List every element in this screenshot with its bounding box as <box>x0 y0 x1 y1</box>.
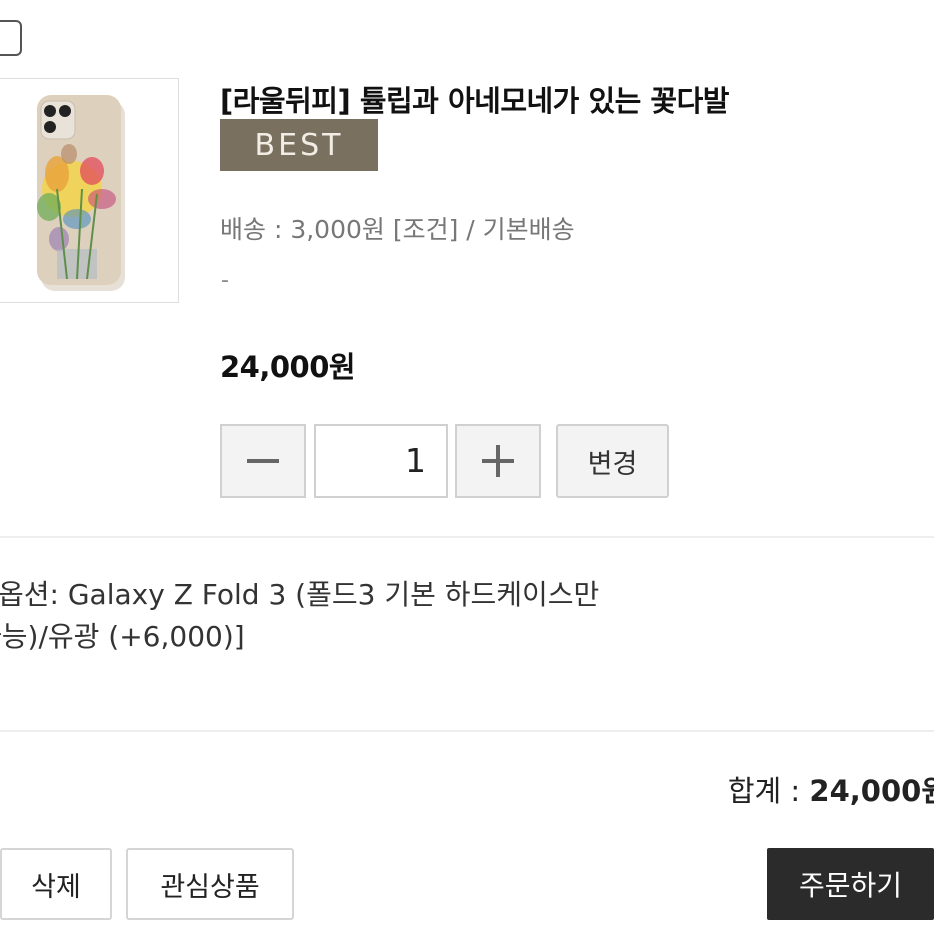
plus-icon <box>482 445 514 477</box>
total-value: 24,000원 <box>809 774 934 808</box>
cart-item-page: [라울뒤피] 튤립과 아네모네가 있는 꽃다발 BEST 배송 : 3,000원… <box>0 0 934 934</box>
product-title[interactable]: [라울뒤피] 튤립과 아네모네가 있는 꽃다발 <box>220 78 729 120</box>
divider <box>0 730 934 732</box>
option-line-2: 가능)/유광 (+6,000)] <box>0 620 245 653</box>
option-line-1: 옵션: Galaxy Z Fold 3 (폴드3 기본 하드케이스만 <box>0 578 600 611</box>
select-checkbox[interactable] <box>0 20 22 56</box>
order-button[interactable]: 주문하기 <box>767 848 934 920</box>
best-badge: BEST <box>220 119 378 171</box>
total-summary: 합계 : 24,000원 <box>728 768 934 810</box>
minus-icon <box>247 459 279 463</box>
delete-button[interactable]: 삭제 <box>0 848 112 920</box>
total-label: 합계 : <box>727 774 810 808</box>
quantity-change-button[interactable]: 변경 <box>556 424 669 498</box>
option-info: 옵션: Galaxy Z Fold 3 (폴드3 기본 하드케이스만 가능)/유… <box>0 574 698 658</box>
phone-case-image <box>0 79 178 302</box>
divider <box>0 536 934 538</box>
quantity-decrease-button[interactable] <box>220 424 306 498</box>
wishlist-button[interactable]: 관심상품 <box>126 848 294 920</box>
product-price: 24,000원 <box>220 350 356 384</box>
product-thumbnail[interactable] <box>0 78 179 303</box>
quantity-input[interactable]: 1 <box>314 424 448 498</box>
quantity-increase-button[interactable] <box>455 424 541 498</box>
shipping-info: 배송 : 3,000원 [조건] / 기본배송 <box>220 215 575 244</box>
extra-info: - <box>221 268 229 293</box>
